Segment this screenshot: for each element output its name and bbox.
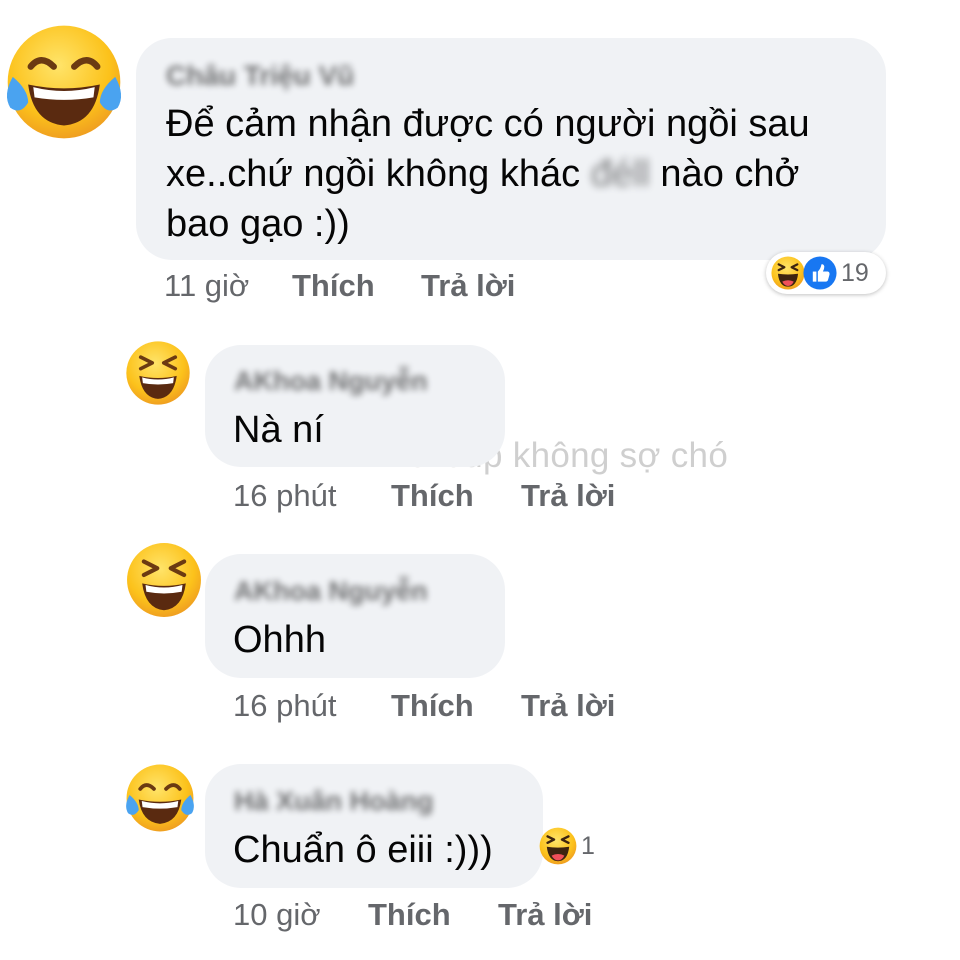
comment-author[interactable]: AKhoa Nguyễn [234,366,428,397]
comment-timestamp[interactable]: 16 phút [233,688,336,724]
reaction-count: 1 [581,831,595,860]
comment-text: Chuẩn ô eiii :))) [233,829,493,871]
like-reaction-icon [802,255,838,291]
comment-text-part: nào chở [660,153,800,195]
comment-text-line: xe..chứ ngồi không khác đéll nào chở [166,148,799,200]
comment-author[interactable]: AKhoa Nguyễn [234,576,428,607]
comment-text: Ohhh [233,619,326,661]
comment-timestamp[interactable]: 11 giờ [164,268,249,304]
like-button[interactable]: Thích [391,688,474,724]
like-button[interactable]: Thích [368,897,451,933]
comment-text: Nà ní [233,409,324,451]
avatar-grinning-squinting-icon[interactable] [122,538,206,622]
reaction-summary[interactable]: 19 [766,252,886,294]
comment-timestamp[interactable]: 10 giờ [233,897,321,933]
avatar-tears-of-joy-icon[interactable] [0,18,128,146]
comment-text-line: Để cảm nhận được có người ngồi sau [166,103,810,145]
comment-timestamp[interactable]: 16 phút [233,478,336,514]
avatar-tears-of-joy-icon[interactable] [122,760,198,836]
reply-button[interactable]: Trả lời [421,268,515,304]
comment-text-line: bao gạo :)) [166,203,350,245]
reply-button[interactable]: Trả lời [498,897,592,933]
haha-reaction-icon [770,255,806,291]
reaction-count: 19 [841,258,869,287]
like-button[interactable]: Thích [391,478,474,514]
reaction-summary[interactable]: 1 [534,824,602,868]
reply-button[interactable]: Trả lời [521,688,615,724]
comment-author[interactable]: Hà Xuân Hoàng [234,786,434,817]
avatar-grinning-squinting-icon[interactable] [122,337,194,409]
like-button[interactable]: Thích [292,268,375,304]
censored-word: đéll [590,153,650,195]
comment-author[interactable]: Châu Triệu Vũ [166,60,354,92]
comment-text-part: xe..chứ ngồi không khác [166,153,581,195]
haha-reaction-icon [538,826,578,866]
reply-button[interactable]: Trả lời [521,478,615,514]
